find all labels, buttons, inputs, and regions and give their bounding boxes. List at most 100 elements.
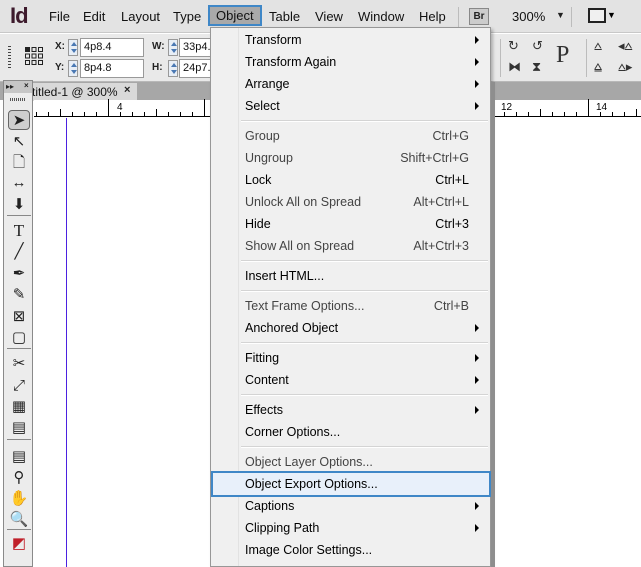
menu-item-ungroup[interactable]: Ungroup Shift+Ctrl+G <box>213 147 489 169</box>
menu-item-transform-again[interactable]: Transform Again <box>213 51 489 73</box>
rectangle-tool[interactable]: ▢ <box>8 328 30 348</box>
menu-file[interactable]: File <box>44 8 75 25</box>
note-tool[interactable]: ▤ <box>8 447 30 467</box>
menu-item-arrange[interactable]: Arrange <box>213 73 489 95</box>
menu-window[interactable]: Window <box>353 8 409 25</box>
menu-item-label: Effects <box>245 403 283 417</box>
selection-tool[interactable]: ➤ <box>8 110 30 130</box>
menu-edit[interactable]: Edit <box>78 8 110 25</box>
collapse-icon[interactable]: ▸▸ <box>6 82 14 91</box>
flip-horizontal-icon[interactable]: ⧓ <box>508 59 521 75</box>
line-tool[interactable]: ╱ <box>8 242 30 262</box>
x-stepper[interactable] <box>68 39 78 56</box>
reference-point-icon[interactable] <box>24 46 44 66</box>
menu-type[interactable]: Type <box>168 8 206 25</box>
free-transform-tool[interactable]: ⤢ <box>8 376 30 396</box>
fill-stroke-swatch[interactable]: ◩ <box>8 534 30 554</box>
ruler-tick <box>612 112 613 116</box>
rectangle-frame-tool[interactable]: ⊠ <box>8 307 30 327</box>
y-stepper[interactable] <box>68 60 78 77</box>
menu-item-anchored-object[interactable]: Anchored Object <box>213 317 489 339</box>
menu-item-shortcut: Ctrl+3 <box>435 217 469 231</box>
menu-separator <box>241 290 488 292</box>
menu-object[interactable]: Object <box>208 5 262 26</box>
toolbox-divider <box>7 348 31 349</box>
menu-table[interactable]: Table <box>264 8 305 25</box>
menu-item-image-color-settings[interactable]: Image Color Settings... <box>213 539 489 561</box>
menu-item-shortcut: Alt+Ctrl+L <box>413 195 469 209</box>
direct-selection-tool[interactable]: ↖ <box>8 132 30 152</box>
h-stepper[interactable] <box>168 60 178 77</box>
toolbox-header[interactable]: ▸▸ × <box>4 81 32 93</box>
menu-item-object-layer-options[interactable]: Object Layer Options... <box>213 451 489 473</box>
menu-item-shortcut: Ctrl+G <box>432 129 469 143</box>
gap-tool[interactable]: ↔ <box>8 173 30 193</box>
toolbox-divider <box>7 215 31 216</box>
eyedropper-tool[interactable]: ⚲ <box>8 468 30 488</box>
rotate-ccw-icon[interactable]: ↺ <box>532 38 543 54</box>
ruler-tick <box>120 112 121 116</box>
menu-item-transform[interactable]: Transform <box>213 29 489 51</box>
ruler-tick <box>624 112 625 116</box>
w-stepper[interactable] <box>168 39 178 56</box>
menu-item-insert-html[interactable]: Insert HTML... <box>213 265 489 287</box>
menu-item-lock[interactable]: Lock Ctrl+L <box>213 169 489 191</box>
menu-item-label: Arrange <box>245 77 290 91</box>
type-on-path-p-icon[interactable]: P <box>556 42 569 69</box>
type-tool[interactable]: T <box>8 221 30 241</box>
select-next-icon[interactable]: ⩟▸ <box>618 59 632 75</box>
panel-grip-icon[interactable] <box>8 46 11 68</box>
menu-item-effects[interactable]: Effects <box>213 399 489 421</box>
bridge-button[interactable]: Br <box>469 8 489 25</box>
scissors-tool[interactable]: ✂ <box>8 354 30 374</box>
chevron-down-icon[interactable]: ▼ <box>556 10 565 20</box>
document-tab[interactable]: titled-1 @ 300% <box>30 83 137 101</box>
menu-item-show-all-on-spread[interactable]: Show All on Spread Alt+Ctrl+3 <box>213 235 489 257</box>
menu-layout[interactable]: Layout <box>116 8 165 25</box>
gradient-feather-tool[interactable]: ▤ <box>8 418 30 438</box>
menu-item-unlock-all-on-spread[interactable]: Unlock All on Spread Alt+Ctrl+L <box>213 191 489 213</box>
toolbox-grip-icon[interactable] <box>10 98 26 101</box>
pen-tool[interactable]: ✒ <box>8 264 30 284</box>
close-icon[interactable]: × <box>24 81 29 90</box>
menu-item-label: Transform Again <box>245 55 337 69</box>
note-icon: ▤ <box>11 448 27 465</box>
submenu-arrow-icon <box>475 502 479 510</box>
menu-item-object-export-options[interactable]: Object Export Options... <box>211 471 491 497</box>
hand-tool[interactable]: ✋ <box>8 489 30 509</box>
close-icon[interactable]: × <box>124 84 130 96</box>
menu-item-content[interactable]: Content <box>213 369 489 391</box>
select-previous-icon[interactable]: ◂⩟ <box>618 38 632 54</box>
menu-item-clipping-path[interactable]: Clipping Path <box>213 517 489 539</box>
select-container-icon[interactable]: ⩟ <box>594 38 602 54</box>
menu-item-group[interactable]: Group Ctrl+G <box>213 125 489 147</box>
menu-item-corner-options[interactable]: Corner Options... <box>213 421 489 443</box>
x-field[interactable]: 4p8.4 <box>80 38 144 57</box>
menu-item-select[interactable]: Select <box>213 95 489 117</box>
menu-help[interactable]: Help <box>414 8 451 25</box>
free-transform-icon: ⤢ <box>12 377 25 394</box>
ruler-tick <box>504 112 505 116</box>
gradient-swatch-tool[interactable]: ▦ <box>8 397 30 417</box>
pencil-tool[interactable]: ✎ <box>8 285 30 305</box>
page-tool[interactable]: 🗋 <box>8 153 30 173</box>
direct-selection-icon: ↖ <box>12 133 26 150</box>
ruler-tick <box>600 112 601 116</box>
screen-mode-icon[interactable] <box>588 8 606 23</box>
menubar-divider <box>458 7 459 27</box>
menu-item-captions[interactable]: Captions <box>213 495 489 517</box>
submenu-arrow-icon <box>475 406 479 414</box>
menu-item-hide[interactable]: Hide Ctrl+3 <box>213 213 489 235</box>
zoom-level-select[interactable]: 300% <box>512 9 545 24</box>
rotate-cw-icon[interactable]: ↻ <box>508 38 519 54</box>
menu-view[interactable]: View <box>310 8 348 25</box>
ruler-tick <box>192 112 193 116</box>
menu-item-fitting[interactable]: Fitting <box>213 347 489 369</box>
menu-item-text-frame-options[interactable]: Text Frame Options... Ctrl+B <box>213 295 489 317</box>
content-collector-tool[interactable]: ⬇ <box>8 195 30 215</box>
flip-vertical-icon[interactable]: ⧗ <box>532 59 541 75</box>
chevron-down-icon[interactable]: ▼ <box>607 10 616 20</box>
y-field[interactable]: 8p4.8 <box>80 59 144 78</box>
zoom-tool[interactable]: 🔍 <box>8 510 30 530</box>
select-content-icon[interactable]: ⩠ <box>594 59 602 75</box>
